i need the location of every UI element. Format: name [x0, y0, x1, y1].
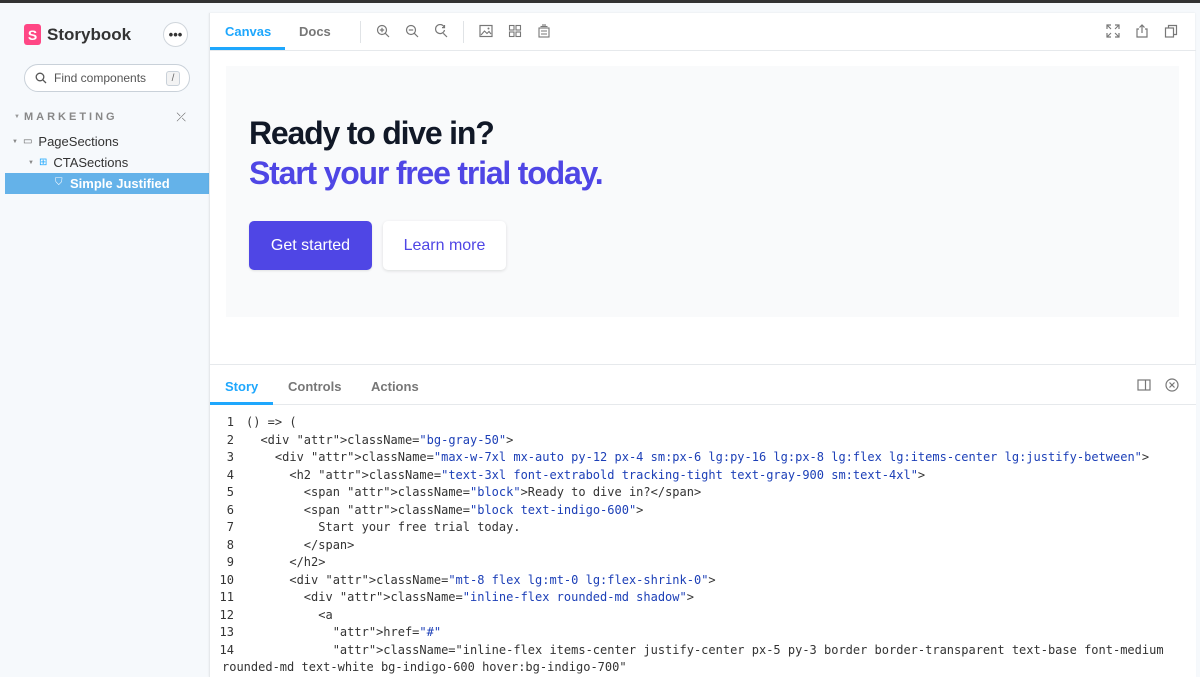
- search-icon: [35, 72, 47, 84]
- sidebar-item-label: Simple Justified: [70, 176, 170, 191]
- zoom-reset-icon[interactable]: [433, 23, 449, 39]
- cta-heading-line2: Start your free trial today.: [249, 155, 604, 191]
- code-line: 8 </span>: [210, 537, 1196, 555]
- addons-tabbar: Story Controls Actions: [210, 365, 1196, 405]
- code-text: "attr">className="inline-flex items-cent…: [332, 642, 1164, 657]
- search-shortcut-badge: /: [166, 71, 180, 86]
- code-line: 3 <div "attr">className="max-w-7xl mx-au…: [210, 449, 1196, 467]
- caret-down-icon: ▼: [28, 159, 34, 166]
- code-line: 6 <span "attr">className="block text-ind…: [210, 502, 1196, 520]
- sidebar-item-ctasections[interactable]: ▼ ⊞ CTASections: [28, 155, 128, 170]
- sidebar-item-label: PageSections: [38, 134, 119, 149]
- preview-panel: Canvas Docs Ready to dive in? Start your…: [209, 13, 1196, 677]
- brand[interactable]: S Storybook: [24, 24, 131, 45]
- bookmark-icon: ⛉: [55, 177, 63, 188]
- code-text: <h2 "attr">className="text-3xl font-extr…: [246, 467, 926, 482]
- line-number: 2: [226, 432, 234, 447]
- code-line: 4 <h2 "attr">className="text-3xl font-ex…: [210, 467, 1196, 485]
- toolbar-divider: [360, 21, 361, 43]
- code-line: 10 <div "attr">className="mt-8 flex lg:m…: [210, 572, 1196, 590]
- caret-down-icon: ▼: [12, 138, 18, 145]
- code-text: <span "attr">className="block text-indig…: [246, 502, 644, 517]
- code-text: "attr">href="#": [332, 625, 442, 639]
- code-line: 5 <span "attr">className="block">Ready t…: [210, 484, 1196, 502]
- line-number: 13: [219, 625, 234, 639]
- cta-heading: Ready to dive in? Start your free trial …: [249, 113, 604, 193]
- toolbar-divider: [463, 21, 464, 43]
- cta-heading-line1: Ready to dive in?: [249, 115, 495, 151]
- sidebar-section-marketing[interactable]: ▼ MARKETING ⤫: [14, 110, 186, 125]
- tab-actions[interactable]: Actions: [371, 379, 419, 394]
- search-placeholder: Find components: [54, 71, 147, 85]
- search-input[interactable]: Find components /: [24, 64, 190, 92]
- active-tab-indicator: [210, 47, 285, 50]
- get-started-button[interactable]: Get started: [249, 221, 372, 270]
- code-text: <div "attr">className="bg-gray-50">: [246, 432, 514, 447]
- code-text: rounded-md text-white bg-indigo-600 hove…: [222, 660, 627, 674]
- learn-more-button[interactable]: Learn more: [383, 221, 506, 270]
- background-image-icon[interactable]: [478, 23, 494, 39]
- collapse-all-icon[interactable]: ⤫: [176, 110, 186, 125]
- code-text: </h2>: [246, 555, 326, 569]
- line-number: 14: [219, 642, 234, 657]
- share-icon[interactable]: [1134, 23, 1150, 39]
- addons-panel: Story Controls Actions 1 () => ( 2 <div "a…: [210, 364, 1196, 677]
- caret-down-icon: ▼: [14, 114, 20, 120]
- line-number: 12: [219, 607, 234, 622]
- code-line: 12 <a: [210, 607, 1196, 625]
- sidebar-item-simple-justified[interactable]: ⛉ Simple Justified: [5, 173, 209, 194]
- code-text: <span "attr">className="block">Ready to …: [246, 485, 702, 499]
- more-menu-button[interactable]: •••: [163, 22, 188, 47]
- tab-docs[interactable]: Docs: [299, 24, 331, 39]
- preview-toolbar: Canvas Docs: [210, 13, 1196, 51]
- sidebar-item-label: CTASections: [53, 155, 129, 170]
- code-text: <a: [246, 607, 333, 622]
- line-number: 5: [226, 485, 234, 499]
- story-source-code: 1 () => ( 2 <div "attr">className="bg-gray…: [210, 414, 1196, 677]
- storybook-logo-icon: S: [24, 24, 41, 45]
- panel-orientation-icon[interactable]: [1137, 378, 1151, 392]
- line-number: 3: [226, 450, 234, 464]
- brand-name: Storybook: [47, 24, 132, 44]
- copy-link-icon[interactable]: [1163, 23, 1179, 39]
- code-line: 14 "attr">className="inline-flex items-c…: [210, 642, 1196, 660]
- line-number: 6: [226, 502, 234, 517]
- code-line: 1 () => (: [210, 414, 1196, 432]
- viewport-icon[interactable]: [536, 23, 552, 39]
- folder-icon: ▭: [22, 136, 33, 147]
- code-line: 7 Start your free trial today.: [210, 519, 1196, 537]
- code-text: </span>: [246, 537, 355, 552]
- code-text: <div "attr">className="mt-8 flex lg:mt-0…: [246, 572, 716, 587]
- code-text: <div "attr">className="max-w-7xl mx-auto…: [246, 450, 1150, 464]
- line-number: 7: [226, 520, 234, 534]
- story-canvas: Ready to dive in? Start your free trial …: [226, 66, 1179, 317]
- code-text: () => (: [246, 415, 297, 429]
- code-line: 2 <div "attr">className="bg-gray-50">: [210, 432, 1196, 450]
- tab-story[interactable]: Story: [225, 379, 258, 394]
- code-text: <div "attr">className="inline-flex round…: [246, 590, 694, 604]
- code-line: 9 </h2>: [210, 554, 1196, 572]
- section-title: MARKETING: [24, 111, 118, 123]
- active-tab-indicator: [210, 402, 273, 405]
- fullscreen-icon[interactable]: [1105, 23, 1121, 39]
- line-number: 4: [226, 467, 234, 482]
- line-number: 10: [219, 572, 234, 587]
- line-number: 9: [226, 555, 234, 569]
- line-number: 11: [219, 590, 234, 604]
- code-line: rounded-md text-white bg-indigo-600 hove…: [210, 659, 1196, 677]
- sidebar-item-pagesections[interactable]: ▼ ▭ PageSections: [12, 134, 119, 149]
- zoom-out-icon[interactable]: [404, 23, 420, 39]
- close-panel-icon[interactable]: [1165, 378, 1179, 392]
- component-icon: ⊞: [38, 157, 48, 168]
- code-line: 11 <div "attr">className="inline-flex ro…: [210, 589, 1196, 607]
- tab-controls[interactable]: Controls: [288, 379, 341, 394]
- sidebar: S Storybook ••• Find components / ▼ MARK…: [0, 3, 209, 677]
- line-number: 8: [226, 537, 234, 552]
- line-number: 1: [226, 415, 234, 429]
- tab-canvas[interactable]: Canvas: [225, 24, 271, 39]
- zoom-in-icon[interactable]: [375, 23, 391, 39]
- code-text: Start your free trial today.: [246, 520, 521, 534]
- code-line: 13 "attr">href="#": [210, 624, 1196, 642]
- grid-icon[interactable]: [507, 23, 523, 39]
